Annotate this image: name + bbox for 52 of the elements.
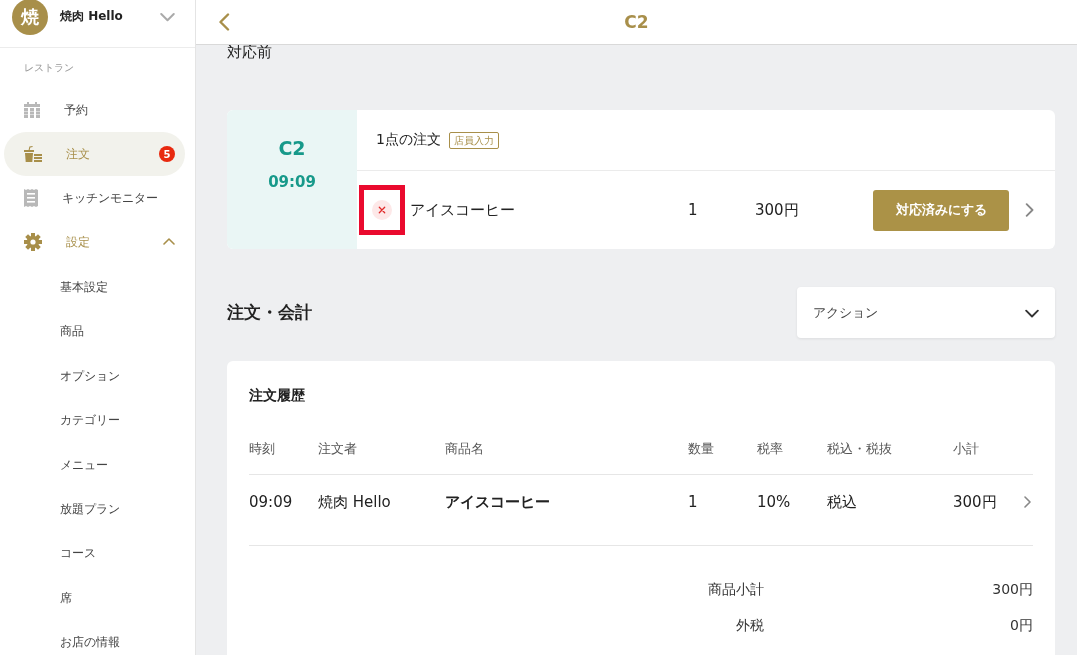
sidebar-subitem[interactable]: カテゴリー [60,409,120,432]
table-cell-text: 1 [688,492,698,513]
section-title: 対応前 [227,45,272,61]
order-time: 09:09 [268,172,316,192]
sidebar-item[interactable]: 予約 [4,88,185,132]
sidebar-subitem[interactable]: 席 [60,586,72,609]
sidebar-item[interactable]: キッチンモニター [4,176,185,220]
item-price: 300円 [755,200,800,220]
sidebar-subitem[interactable]: 商品 [60,320,84,343]
column-header: 時刻 [249,440,275,458]
item-name: アイスコーヒー [410,200,516,220]
sidebar-subitem[interactable]: メニュー [60,453,108,476]
avatar: 焼 [12,0,48,35]
sidebar-subitem[interactable]: お店の情報 [60,631,120,654]
table-cell-text: 10% [757,492,791,513]
total-value: 300円 [992,580,1033,599]
column-header: 税込・税抜 [827,440,892,458]
sidebar-subitem[interactable]: 放題プラン [60,497,120,520]
table-cell-text: 09:09 [249,492,293,513]
sidebar-item[interactable]: 注文 5 [4,132,185,176]
card-title: 注文履歴 [249,386,305,405]
table-cell-text: 300円 [953,492,997,513]
sidebar-subitem[interactable]: コース [60,542,96,565]
calendar-icon [24,102,40,118]
page-title: C2 [624,12,649,32]
column-header: 小計 [953,440,979,458]
settings-icon [24,233,42,251]
order-summary: 1点の注文 [376,131,441,149]
cup-list-icon [24,146,42,162]
column-header: 注文者 [318,440,357,458]
sidebar-subitem[interactable]: オプション [60,364,120,387]
total-label: 商品小計 [708,580,764,599]
table-cell-text: アイスコーヒー [445,492,550,513]
column-header: 数量 [688,440,714,458]
action-dropdown[interactable]: アクション [797,287,1055,338]
close-icon[interactable] [372,200,392,220]
table-name: C2 [278,137,306,159]
source-tag: 店員入力 [448,131,499,149]
column-header: 税率 [757,440,783,458]
column-header: 商品名 [445,440,484,458]
table-cell-text: 税込 [827,492,857,513]
table-cell-text: 焼肉 Hello [318,492,391,513]
chevron-right-icon[interactable] [1021,496,1033,508]
count-badge: 5 [159,146,175,162]
item-quantity: 1 [688,201,699,219]
section-label: レストラン [24,61,74,75]
sidebar-subitem[interactable]: 基本設定 [60,276,108,298]
account-name: 焼肉 Hello [60,8,123,25]
receipt-icon [24,189,38,207]
total-label: 外税 [736,616,764,635]
total-value: 0円 [1010,616,1033,635]
section-title: 注文・会計 [227,301,312,324]
